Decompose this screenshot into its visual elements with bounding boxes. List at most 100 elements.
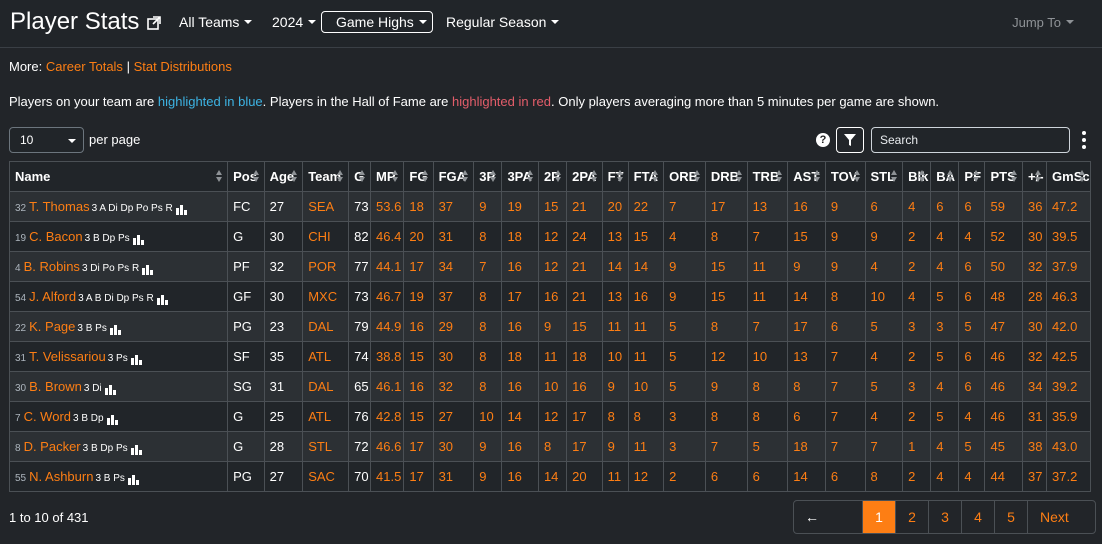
bar-chart-icon[interactable] [156, 290, 169, 305]
column-header[interactable]: PTS [984, 161, 1024, 192]
bar-chart-icon[interactable] [130, 440, 143, 455]
stat-cell: 22 [627, 191, 665, 222]
column-header[interactable]: FGA [432, 161, 475, 192]
season-dropdown[interactable]: 2024 [272, 14, 317, 30]
filter-button[interactable] [836, 127, 864, 153]
column-header[interactable]: FTA [627, 161, 665, 192]
stat-cell: 4 [958, 221, 986, 252]
bar-chart-icon[interactable] [175, 200, 188, 215]
stat-cell: 74 [348, 341, 371, 372]
page-button-5[interactable]: 5 [994, 501, 1027, 533]
column-header[interactable]: G [348, 161, 371, 192]
next-page-button[interactable]: Next → [1027, 501, 1095, 533]
column-header[interactable]: DRB [704, 161, 748, 192]
player-name-link[interactable]: T. Velissariou [29, 349, 106, 364]
team-link[interactable]: CHI [302, 221, 350, 252]
stat-cell: 8 [473, 281, 503, 312]
column-header[interactable]: PF [958, 161, 986, 192]
info-note: Players on your team are highlighted in … [9, 94, 939, 109]
team-link[interactable]: STL [302, 431, 350, 462]
column-header[interactable]: Team [302, 161, 350, 192]
bar-chart-icon[interactable] [104, 380, 117, 395]
column-header[interactable]: Pos [227, 161, 265, 192]
prev-page-button[interactable]: ← Prev [794, 501, 862, 533]
player-name-link[interactable]: C. Word [24, 409, 71, 424]
bar-chart-icon[interactable] [109, 320, 122, 335]
team-link[interactable]: DAL [302, 371, 350, 402]
team-dropdown[interactable]: All Teams [179, 14, 253, 30]
jump-to-dropdown[interactable]: Jump To [1012, 15, 1074, 30]
column-header[interactable]: BA [930, 161, 960, 192]
column-header[interactable]: Blk [902, 161, 932, 192]
bar-chart-icon[interactable] [106, 410, 119, 425]
column-header[interactable]: 2PA [566, 161, 603, 192]
sort-icon [1079, 170, 1086, 184]
column-header[interactable]: Name [8, 161, 229, 192]
stat-cell: 17 [403, 431, 434, 462]
bar-chart-icon[interactable] [130, 350, 143, 365]
column-header[interactable]: +/- [1022, 161, 1048, 192]
team-link[interactable]: DAL [302, 311, 350, 342]
column-header[interactable]: STL [864, 161, 904, 192]
stat-cell: 73 [348, 191, 371, 222]
stat-cell: 47 [984, 311, 1024, 342]
player-rank: 22 [15, 323, 27, 334]
team-link[interactable]: SEA [302, 191, 350, 222]
team-link[interactable]: POR [302, 251, 350, 282]
position-cell: GF [227, 281, 265, 312]
external-link-icon[interactable] [147, 16, 161, 30]
column-header[interactable]: 3PA [501, 161, 539, 192]
column-header[interactable]: TRB [746, 161, 789, 192]
player-name-link[interactable]: K. Page [29, 319, 75, 334]
team-link[interactable]: MXC [302, 281, 350, 312]
stat-cell: 21 [566, 251, 603, 282]
player-rank: 55 [15, 473, 27, 484]
column-header[interactable]: GmSc [1046, 161, 1091, 192]
player-name-link[interactable]: N. Ashburn [29, 469, 93, 484]
bar-chart-icon[interactable] [127, 470, 140, 485]
bar-chart-icon[interactable] [142, 260, 154, 275]
player-name-link[interactable]: C. Bacon [29, 229, 82, 244]
team-link[interactable]: SAC [302, 461, 350, 492]
column-header[interactable]: Age [263, 161, 304, 192]
column-header[interactable]: FT [601, 161, 629, 192]
mode-dropdown[interactable]: Game Highs [321, 11, 433, 33]
career-totals-link[interactable]: Career Totals [46, 59, 123, 74]
team-link[interactable]: ATL [302, 401, 350, 432]
player-name-link[interactable]: B. Brown [29, 379, 82, 394]
player-name-link[interactable]: B. Robins [24, 259, 80, 274]
stat-cell: 15 [403, 401, 434, 432]
column-header[interactable]: ORB [663, 161, 706, 192]
bar-chart-icon[interactable] [132, 230, 145, 245]
stat-cell: 8 [746, 401, 789, 432]
stat-cell: 65 [348, 371, 371, 402]
page-button-1[interactable]: 1 [862, 501, 895, 533]
navbar: Player Stats All Teams 2024 Game Highs R… [0, 0, 1102, 48]
column-header[interactable]: FG [403, 161, 434, 192]
column-header[interactable]: AST [787, 161, 826, 192]
kebab-icon[interactable] [1081, 131, 1087, 151]
player-skills: 3 A B Di Dp Ps R [78, 293, 154, 304]
page-button-2[interactable]: 2 [895, 501, 928, 533]
sort-icon [735, 170, 743, 184]
page-button-3[interactable]: 3 [928, 501, 961, 533]
column-header[interactable]: 2P [537, 161, 568, 192]
stat-distributions-link[interactable]: Stat Distributions [134, 59, 232, 74]
note-text-1: Players on your team are [9, 94, 158, 109]
column-header[interactable]: MP [369, 161, 405, 192]
stat-cell: 14 [601, 251, 629, 282]
player-name-link[interactable]: J. Alford [29, 289, 76, 304]
team-link[interactable]: ATL [302, 341, 350, 372]
stat-cell: 8 [473, 371, 503, 402]
search-input[interactable] [871, 127, 1070, 153]
season-type-dropdown[interactable]: Regular Season [446, 14, 560, 30]
column-header[interactable]: 3P [473, 161, 503, 192]
player-name-link[interactable]: D. Packer [24, 439, 81, 454]
page-button-4[interactable]: 4 [961, 501, 994, 533]
player-name-link[interactable]: T. Thomas [29, 199, 89, 214]
stat-cell: 16 [403, 311, 434, 342]
player-rank: 30 [15, 383, 27, 394]
per-page-select[interactable]: 10 [9, 127, 84, 153]
column-header[interactable]: TOV [824, 161, 866, 192]
help-icon[interactable]: ? [816, 133, 830, 147]
